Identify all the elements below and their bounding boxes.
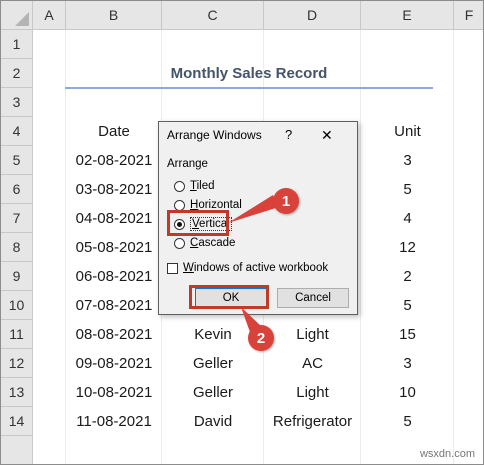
arrange-group-label: Arrange bbox=[167, 158, 208, 170]
sheet-title[interactable]: Monthly Sales Record bbox=[65, 59, 433, 87]
checkbox-box-icon[interactable] bbox=[167, 262, 178, 274]
checkbox-label: Windows of active workbook bbox=[183, 262, 329, 274]
row-header-15[interactable] bbox=[1, 436, 33, 464]
row-header-9[interactable]: 9 bbox=[1, 262, 33, 291]
radio-circle-icon[interactable] bbox=[174, 237, 185, 249]
name-cell[interactable]: David bbox=[162, 407, 264, 436]
row-header-2[interactable]: 2 bbox=[1, 59, 33, 88]
column-header-c[interactable]: C bbox=[162, 1, 264, 30]
select-all-triangle-icon bbox=[15, 12, 29, 26]
date-cell[interactable]: 10-08-2021 bbox=[66, 378, 162, 407]
column-header-b[interactable]: B bbox=[66, 1, 162, 30]
column-header-a[interactable]: A bbox=[33, 1, 66, 30]
unit-cell[interactable]: 5 bbox=[361, 291, 454, 320]
radio-label: Tiled bbox=[190, 180, 215, 192]
column-header-e[interactable]: E bbox=[361, 1, 454, 30]
name-cell[interactable]: Geller bbox=[162, 349, 264, 378]
row-header-7[interactable]: 7 bbox=[1, 204, 33, 233]
date-cell[interactable]: 11-08-2021 bbox=[66, 407, 162, 436]
date-cell[interactable]: 08-08-2021 bbox=[66, 320, 162, 349]
header-unit[interactable]: Unit bbox=[361, 117, 454, 146]
windows-of-active-workbook-checkbox[interactable]: Windows of active workbook bbox=[167, 260, 328, 276]
radio-label: Cascade bbox=[190, 237, 236, 249]
date-cell[interactable]: 09-08-2021 bbox=[66, 349, 162, 378]
unit-cell[interactable]: 5 bbox=[361, 407, 454, 436]
radio-circle-icon[interactable] bbox=[174, 180, 185, 192]
product-cell[interactable]: Light bbox=[264, 320, 361, 349]
row-header-10[interactable]: 10 bbox=[1, 291, 33, 320]
date-cell[interactable]: 02-08-2021 bbox=[66, 146, 162, 175]
product-cell[interactable]: Light bbox=[264, 378, 361, 407]
unit-cell[interactable]: 3 bbox=[361, 349, 454, 378]
header-date[interactable]: Date bbox=[66, 117, 162, 146]
step-badge-1: 1 bbox=[273, 188, 299, 214]
unit-cell[interactable]: 5 bbox=[361, 175, 454, 204]
row-header-6[interactable]: 6 bbox=[1, 175, 33, 204]
unit-cell[interactable]: 10 bbox=[361, 378, 454, 407]
date-cell[interactable]: 06-08-2021 bbox=[66, 262, 162, 291]
highlight-box-ok bbox=[189, 285, 269, 309]
row-header-3[interactable]: 3 bbox=[1, 88, 33, 117]
date-cell[interactable]: 05-08-2021 bbox=[66, 233, 162, 262]
date-cell[interactable]: 07-08-2021 bbox=[66, 291, 162, 320]
highlight-box-vertical bbox=[167, 210, 229, 236]
unit-cell[interactable]: 12 bbox=[361, 233, 454, 262]
dialog-title: Arrange Windows bbox=[167, 128, 262, 142]
date-cell[interactable]: 03-08-2021 bbox=[66, 175, 162, 204]
radio-circle-icon[interactable] bbox=[174, 199, 185, 211]
row-header-8[interactable]: 8 bbox=[1, 233, 33, 262]
step-badge-2: 2 bbox=[248, 325, 274, 351]
unit-cell[interactable]: 15 bbox=[361, 320, 454, 349]
column-header-d[interactable]: D bbox=[264, 1, 361, 30]
column-header-f[interactable]: F bbox=[454, 1, 483, 30]
name-cell[interactable]: Geller bbox=[162, 378, 264, 407]
row-header-5[interactable]: 5 bbox=[1, 146, 33, 175]
help-icon[interactable]: ? bbox=[285, 127, 292, 142]
row-header-14[interactable]: 14 bbox=[1, 407, 33, 436]
unit-cell[interactable]: 2 bbox=[361, 262, 454, 291]
radio-tiled[interactable]: Tiled bbox=[174, 178, 215, 194]
unit-cell[interactable]: 3 bbox=[361, 146, 454, 175]
spreadsheet-window: A B C D E F 1 2 3 4 5 6 7 8 9 10 11 12 1… bbox=[0, 0, 484, 465]
product-cell[interactable]: Refrigerator bbox=[251, 407, 374, 436]
select-all-corner[interactable] bbox=[1, 1, 33, 30]
watermark: wsxdn.com bbox=[419, 448, 475, 460]
row-header-4[interactable]: 4 bbox=[1, 117, 33, 146]
close-icon[interactable]: ✕ bbox=[321, 127, 333, 144]
radio-cascade[interactable]: Cascade bbox=[174, 235, 235, 251]
row-header-11[interactable]: 11 bbox=[1, 320, 33, 349]
cancel-button[interactable]: Cancel bbox=[277, 288, 349, 308]
row-header-1[interactable]: 1 bbox=[1, 30, 33, 59]
date-cell[interactable]: 04-08-2021 bbox=[66, 204, 162, 233]
row-header-12[interactable]: 12 bbox=[1, 349, 33, 378]
unit-cell[interactable]: 4 bbox=[361, 204, 454, 233]
product-cell[interactable]: AC bbox=[264, 349, 361, 378]
title-underline bbox=[65, 87, 433, 89]
row-header-13[interactable]: 13 bbox=[1, 378, 33, 407]
